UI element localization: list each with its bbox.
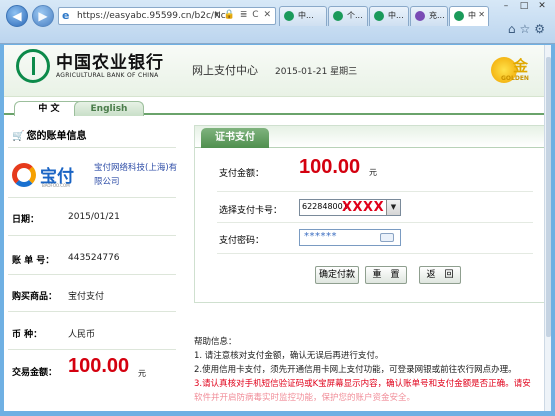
date-label: 日期： <box>12 215 40 225</box>
baofoo-logo-icon <box>12 163 36 187</box>
url-text[interactable]: https://easyabc.95599.cn/b2c/Nc <box>77 11 227 21</box>
close-window-button[interactable]: ✕ <box>533 0 551 14</box>
keyboard-icon[interactable] <box>380 233 394 242</box>
bill-no-label: 账 单 号： <box>12 256 55 266</box>
browser-tab-3[interactable]: 中... <box>369 6 409 26</box>
confirm-payment-button[interactable]: 确定付款 <box>315 266 359 284</box>
help-line: 2.使用信用卡支付，须先开通信用卡网上支付功能，可登录网银或前往农行网点办理。 <box>194 365 517 375</box>
address-controls[interactable]: ▾ 🔒 ≣ C ✕ <box>214 10 272 20</box>
browser-tab-2[interactable]: 个... <box>328 6 368 26</box>
abc-favicon-icon <box>454 11 464 21</box>
transaction-amount-unit: 元 <box>138 369 146 378</box>
bill-no-value: 443524776 <box>68 253 120 263</box>
merchant-logo: 宝付 BAOFOO.COM <box>12 159 86 191</box>
divider <box>8 274 176 275</box>
date-value: 2015/01/21 <box>68 212 120 222</box>
maximize-button[interactable]: □ <box>515 0 533 14</box>
abc-favicon-icon <box>284 11 294 21</box>
help-line-warning: 3.请认真核对手机短信验证码或K宝屏幕显示内容，确认账单号和支付金额是否正确。请… <box>194 379 531 389</box>
bank-banner: 中国农业银行 AGRICULTURAL BANK OF CHINA 网上支付中心… <box>4 45 551 97</box>
product-label: 购买商品： <box>12 292 58 302</box>
current-date: 2015-01-21 星期三 <box>275 67 358 77</box>
address-bar[interactable]: e https://easyabc.95599.cn/b2c/Nc ▾ 🔒 ≣ … <box>58 7 276 25</box>
home-icon[interactable]: ⌂ <box>508 22 520 36</box>
currency-label: 币 种： <box>12 330 43 340</box>
amount-label: 交易金额： <box>12 368 58 378</box>
abc-logo-icon <box>16 49 50 83</box>
help-info: 帮助信息： 1. 请注意核对支付金额，确认无误后再进行支付。 2.使用信用卡支付… <box>194 335 551 405</box>
back-button[interactable]: ◀ <box>6 5 28 27</box>
tab-english[interactable]: English <box>74 101 144 116</box>
account-heading: 🛒 您的账单信息 <box>12 131 87 142</box>
transaction-amount: 100.00 <box>68 355 130 377</box>
star-icon[interactable]: ☆ <box>519 22 534 36</box>
divider <box>8 311 176 312</box>
browser-tab-1[interactable]: 中... <box>279 6 327 26</box>
back-page-button[interactable]: 返 回 <box>419 266 461 284</box>
certificate-payment-panel: 证书支付 支付金额： 100.00 元 选择支付卡号： 622848001 XX… <box>194 125 546 303</box>
password-label: 支付密码： <box>219 236 265 246</box>
card-number-select[interactable]: 622848001 XXXX ▼ <box>299 199 401 216</box>
page-scrollbar[interactable] <box>544 45 551 411</box>
browser-tools: ⌂☆⚙ <box>508 22 549 36</box>
divider <box>8 349 176 350</box>
gear-icon[interactable]: ⚙ <box>534 22 549 36</box>
forward-button[interactable]: ▶ <box>32 5 54 27</box>
divider <box>8 147 176 148</box>
browser-tab-active[interactable]: 中 ✕ <box>449 6 489 26</box>
merchant-name: 宝付网络科技(上海)有限公司 <box>94 163 178 187</box>
card-label: 选择支付卡号： <box>219 206 283 216</box>
browser-toolbar: ◀ ▶ e https://easyabc.95599.cn/b2c/Nc ▾ … <box>0 0 555 44</box>
page-favicon-icon <box>415 11 425 21</box>
divider <box>8 235 176 236</box>
abc-favicon-icon <box>333 11 343 21</box>
currency-value: 人民币 <box>68 330 96 340</box>
bank-name-en: AGRICULTURAL BANK OF CHINA <box>56 72 159 79</box>
help-line: 1. 请注意核对支付金额，确认无误后再进行支付。 <box>194 351 384 361</box>
chevron-down-icon[interactable]: ▼ <box>386 200 400 215</box>
password-field[interactable]: ****** <box>299 229 401 246</box>
abc-favicon-icon <box>374 11 384 21</box>
center-title: 网上支付中心 <box>192 64 258 77</box>
cart-icon: 🛒 <box>12 131 25 142</box>
minimize-button[interactable]: – <box>497 0 515 14</box>
scrollbar-thumb[interactable] <box>546 57 551 337</box>
product-value: 宝付支付 <box>68 292 105 302</box>
card-number-mask: XXXX <box>342 200 385 215</box>
golden-logo: 金 GOLDEN <box>491 53 549 85</box>
pay-amount-unit: 元 <box>369 168 377 177</box>
page-viewport: 中国农业银行 AGRICULTURAL BANK OF CHINA 网上支付中心… <box>4 45 551 411</box>
divider <box>8 197 176 198</box>
tab-certificate-payment[interactable]: 证书支付 <box>201 128 269 148</box>
browser-tab-4[interactable]: 充... <box>410 6 448 26</box>
pay-amount-label: 支付金额： <box>219 169 265 179</box>
language-tabs: 中 文 English <box>4 97 551 116</box>
help-title: 帮助信息： <box>194 337 237 347</box>
close-tab-icon[interactable]: ✕ <box>478 10 485 19</box>
bank-name-cn: 中国农业银行 <box>56 53 164 73</box>
ie-icon: e <box>62 9 70 22</box>
pay-amount: 100.00 <box>299 156 361 178</box>
help-line-warning: 软件并开启防病毒实时监控功能，保护您的账户资金安全。 <box>194 393 416 403</box>
reset-button[interactable]: 重 置 <box>365 266 407 284</box>
